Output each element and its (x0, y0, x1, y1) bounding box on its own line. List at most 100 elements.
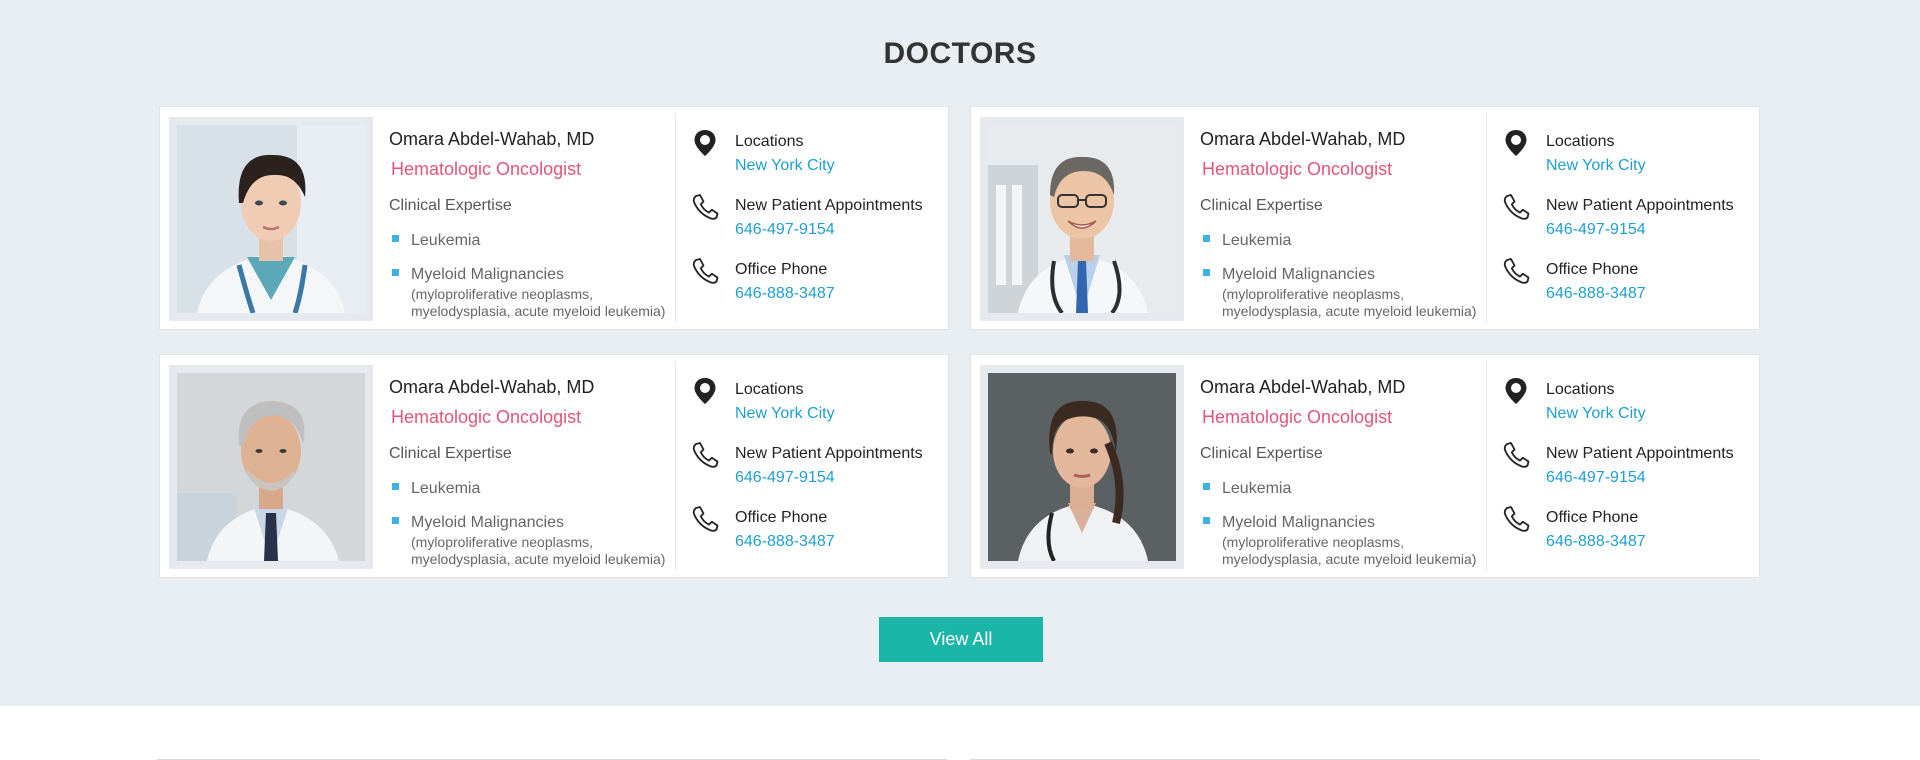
locations-label: Locations (1546, 381, 1615, 398)
doctor-photo[interactable] (177, 373, 365, 561)
phone-icon (1503, 506, 1530, 532)
contact-appointments: New Patient Appointments 646-497-9154 (690, 442, 948, 487)
appointments-label: New Patient Appointments (735, 197, 923, 214)
locations-label: Locations (1546, 133, 1615, 150)
expertise-item: Myeloid Malignancies (myloproliferative … (389, 514, 675, 568)
contact-appointments: New Patient Appointments 646-497-9154 (1501, 442, 1759, 487)
bullet-icon (1203, 517, 1210, 524)
phone-icon (1503, 194, 1530, 220)
map-pin-icon (1505, 130, 1527, 156)
doctor-specialty: Hematologic Oncologist (391, 159, 582, 179)
office-phone-link[interactable]: 646-888-3487 (735, 533, 835, 551)
expertise-item: Leukemia (389, 232, 675, 250)
expertise-list: Leukemia Myeloid Malignancies (myloproli… (1200, 480, 1486, 568)
office-phone-link[interactable]: 646-888-3487 (1546, 285, 1646, 303)
phone-icon (692, 506, 719, 532)
doctor-card[interactable]: Omara Abdel-Wahab, MD Hematologic Oncolo… (970, 354, 1760, 578)
appointments-phone-link[interactable]: 646-497-9154 (735, 469, 923, 487)
contact-appointments: New Patient Appointments 646-497-9154 (690, 194, 948, 239)
bullet-icon (392, 517, 399, 524)
appointments-phone-link[interactable]: 646-497-9154 (1546, 469, 1734, 487)
doctor-name[interactable]: Omara Abdel-Wahab, MD (389, 129, 675, 149)
expertise-label: Leukemia (1222, 232, 1292, 249)
doctors-section: DOCTORS Omara Abdel-Wahab, MD Hematologi… (0, 0, 1920, 706)
view-all-button[interactable]: View All (879, 617, 1043, 662)
expertise-item: Myeloid Malignancies (myloproliferative … (389, 266, 675, 320)
doctor-photo-frame (980, 117, 1184, 321)
expertise-item: Leukemia (1200, 232, 1486, 250)
expertise-detail: (myloproliferative neoplasms, myelodyspl… (411, 534, 666, 567)
bullet-icon (392, 483, 399, 490)
clinical-expertise-label: Clinical Expertise (389, 445, 512, 462)
bullet-icon (1203, 269, 1210, 276)
doctor-photo-frame (169, 365, 373, 569)
expertise-item: Myeloid Malignancies (myloproliferative … (1200, 266, 1486, 320)
office-phone-link[interactable]: 646-888-3487 (735, 285, 835, 303)
office-phone-label: Office Phone (735, 509, 828, 526)
doctor-card-grid: Omara Abdel-Wahab, MD Hematologic Oncolo… (159, 106, 1760, 578)
office-phone-label: Office Phone (1546, 261, 1639, 278)
doctor-photo[interactable] (988, 373, 1176, 561)
doctor-info: Omara Abdel-Wahab, MD Hematologic Oncolo… (1184, 113, 1487, 323)
doctor-name[interactable]: Omara Abdel-Wahab, MD (1200, 377, 1486, 397)
expertise-label: Leukemia (411, 480, 481, 497)
doctor-info: Omara Abdel-Wahab, MD Hematologic Oncolo… (373, 113, 676, 323)
doctor-photo-frame (980, 365, 1184, 569)
expertise-label: Myeloid Malignancies (1222, 514, 1375, 531)
phone-icon (692, 194, 719, 220)
section-title: DOCTORS (883, 37, 1037, 70)
doctor-photo-frame (169, 117, 373, 321)
appointments-label: New Patient Appointments (1546, 445, 1734, 462)
expertise-item: Myeloid Malignancies (myloproliferative … (1200, 514, 1486, 568)
location-link[interactable]: New York City (1546, 405, 1646, 423)
expertise-label: Myeloid Malignancies (1222, 266, 1375, 283)
doctor-name[interactable]: Omara Abdel-Wahab, MD (1200, 129, 1486, 149)
doctor-contacts: Locations New York City New Patient Appo… (1487, 355, 1759, 577)
expertise-list: Leukemia Myeloid Malignancies (myloproli… (389, 232, 675, 320)
doctor-contacts: Locations New York City New Patient Appo… (1487, 107, 1759, 329)
phone-icon (692, 442, 719, 468)
appointments-phone-link[interactable]: 646-497-9154 (1546, 221, 1734, 239)
doctor-card[interactable]: Omara Abdel-Wahab, MD Hematologic Oncolo… (159, 106, 949, 330)
phone-icon (1503, 258, 1530, 284)
office-phone-label: Office Phone (735, 261, 828, 278)
contact-office: Office Phone 646-888-3487 (690, 506, 948, 551)
bullet-icon (1203, 235, 1210, 242)
doctor-photo[interactable] (177, 125, 365, 313)
expertise-list: Leukemia Myeloid Malignancies (myloproli… (1200, 232, 1486, 320)
doctor-card[interactable]: Omara Abdel-Wahab, MD Hematologic Oncolo… (159, 354, 949, 578)
appointments-phone-link[interactable]: 646-497-9154 (735, 221, 923, 239)
contact-location: Locations New York City (1501, 130, 1759, 175)
location-link[interactable]: New York City (1546, 157, 1646, 175)
doctor-name[interactable]: Omara Abdel-Wahab, MD (389, 377, 675, 397)
appointments-label: New Patient Appointments (735, 445, 923, 462)
map-pin-icon (694, 378, 716, 404)
contact-location: Locations New York City (690, 130, 948, 175)
expertise-label: Leukemia (411, 232, 481, 249)
phone-icon (692, 258, 719, 284)
appointments-label: New Patient Appointments (1546, 197, 1734, 214)
expertise-list: Leukemia Myeloid Malignancies (myloproli… (389, 480, 675, 568)
doctor-specialty: Hematologic Oncologist (1202, 159, 1393, 179)
location-link[interactable]: New York City (735, 157, 835, 175)
doctor-specialty: Hematologic Oncologist (391, 407, 582, 427)
expertise-item: Leukemia (1200, 480, 1486, 498)
contact-location: Locations New York City (1501, 378, 1759, 423)
expertise-detail: (myloproliferative neoplasms, myelodyspl… (411, 286, 666, 319)
expertise-detail: (myloproliferative neoplasms, myelodyspl… (1222, 534, 1477, 567)
doctor-info: Omara Abdel-Wahab, MD Hematologic Oncolo… (1184, 361, 1487, 571)
expertise-detail: (myloproliferative neoplasms, myelodyspl… (1222, 286, 1477, 319)
location-link[interactable]: New York City (735, 405, 835, 423)
office-phone-link[interactable]: 646-888-3487 (1546, 533, 1646, 551)
doctor-contacts: Locations New York City New Patient Appo… (676, 355, 948, 577)
locations-label: Locations (735, 133, 804, 150)
locations-label: Locations (735, 381, 804, 398)
doctor-card[interactable]: Omara Abdel-Wahab, MD Hematologic Oncolo… (970, 106, 1760, 330)
doctor-specialty: Hematologic Oncologist (1202, 407, 1393, 427)
contact-location: Locations New York City (690, 378, 948, 423)
doctor-photo[interactable] (988, 125, 1176, 313)
contact-appointments: New Patient Appointments 646-497-9154 (1501, 194, 1759, 239)
map-pin-icon (1505, 378, 1527, 404)
clinical-expertise-label: Clinical Expertise (1200, 445, 1323, 462)
phone-icon (1503, 442, 1530, 468)
